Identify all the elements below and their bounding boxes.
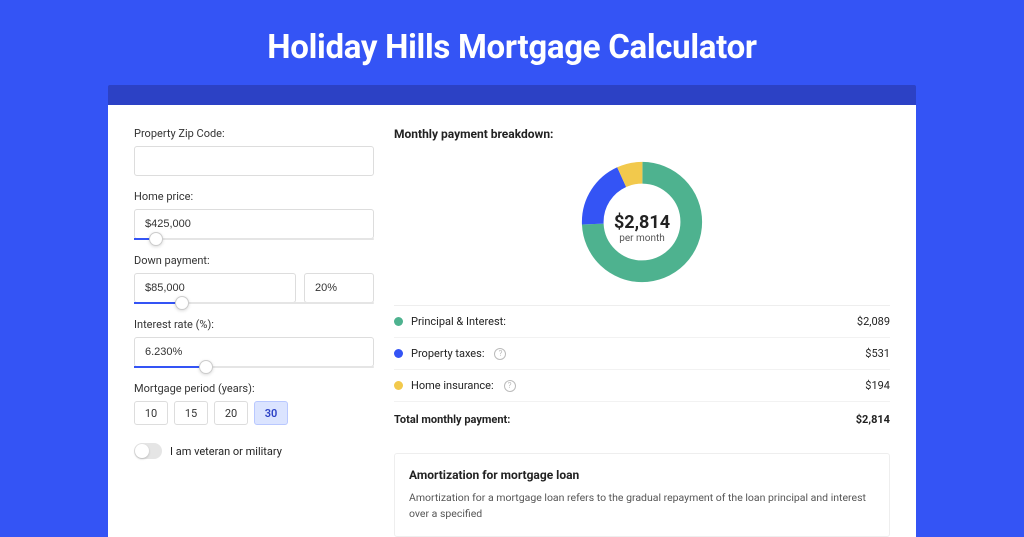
legend-value: $194: [865, 379, 890, 392]
calculator-card: Property Zip Code: Home price: Down paym…: [108, 105, 916, 537]
legend-row: Property taxes:? $531: [394, 338, 890, 370]
down-payment-pct-input[interactable]: [304, 273, 374, 303]
legend-total-row: Total monthly payment: $2,814: [394, 402, 890, 435]
slider-thumb[interactable]: [199, 360, 213, 374]
amortization-title: Amortization for mortgage loan: [409, 468, 875, 482]
veteran-toggle[interactable]: [134, 443, 162, 459]
period-option-10[interactable]: 10: [134, 401, 168, 425]
amortization-text: Amortization for a mortgage loan refers …: [409, 490, 875, 522]
info-icon[interactable]: ?: [494, 348, 506, 360]
down-payment-label: Down payment:: [134, 254, 374, 267]
total-label: Total monthly payment:: [394, 413, 510, 426]
slider-thumb[interactable]: [149, 232, 163, 246]
page-title: Holiday Hills Mortgage Calculator: [0, 0, 1024, 85]
toggle-knob: [135, 444, 149, 458]
legend-label: Home insurance:: [411, 379, 494, 392]
zip-input[interactable]: [134, 146, 374, 176]
period-field: Mortgage period (years): 10152030: [134, 382, 374, 425]
period-label: Mortgage period (years):: [134, 382, 374, 395]
info-icon[interactable]: ?: [504, 380, 516, 392]
legend-row: Home insurance:? $194: [394, 370, 890, 402]
home-price-field: Home price:: [134, 190, 374, 240]
slider-thumb[interactable]: [175, 296, 189, 310]
period-option-30[interactable]: 30: [254, 401, 288, 425]
zip-field: Property Zip Code:: [134, 127, 374, 176]
interest-label: Interest rate (%):: [134, 318, 374, 331]
home-price-label: Home price:: [134, 190, 374, 203]
legend-label: Property taxes:: [411, 347, 484, 360]
breakdown-title: Monthly payment breakdown:: [394, 127, 890, 141]
down-payment-field: Down payment:: [134, 254, 374, 304]
period-option-15[interactable]: 15: [174, 401, 208, 425]
veteran-toggle-row: I am veteran or military: [134, 443, 374, 459]
card-container: Property Zip Code: Home price: Down paym…: [108, 85, 916, 537]
donut-center: $2,814 per month: [614, 212, 670, 244]
interest-field: Interest rate (%):: [134, 318, 374, 368]
breakdown-panel: Monthly payment breakdown: $2,814 per mo…: [394, 127, 890, 537]
veteran-label: I am veteran or military: [170, 445, 282, 458]
interest-input[interactable]: [134, 337, 374, 367]
legend: Principal & Interest: $2,089 Property taxe…: [394, 305, 890, 435]
legend-row: Principal & Interest: $2,089: [394, 306, 890, 338]
zip-label: Property Zip Code:: [134, 127, 374, 140]
down-payment-input[interactable]: [134, 273, 296, 303]
donut-sub: per month: [614, 233, 670, 244]
legend-value: $2,089: [857, 315, 890, 328]
legend-value: $531: [865, 347, 890, 360]
legend-dot: [394, 317, 403, 326]
legend-dot: [394, 381, 403, 390]
legend-label: Principal & Interest:: [411, 315, 506, 328]
period-option-20[interactable]: 20: [214, 401, 248, 425]
down-payment-slider[interactable]: [134, 302, 374, 304]
donut-chart: $2,814 per month: [394, 151, 890, 305]
home-price-slider[interactable]: [134, 238, 374, 240]
total-value: $2,814: [856, 413, 890, 426]
interest-slider[interactable]: [134, 366, 374, 368]
home-price-input[interactable]: [134, 209, 374, 239]
donut-value: $2,814: [614, 212, 670, 233]
form-panel: Property Zip Code: Home price: Down paym…: [134, 127, 374, 537]
amortization-card: Amortization for mortgage loan Amortizat…: [394, 453, 890, 537]
legend-dot: [394, 349, 403, 358]
